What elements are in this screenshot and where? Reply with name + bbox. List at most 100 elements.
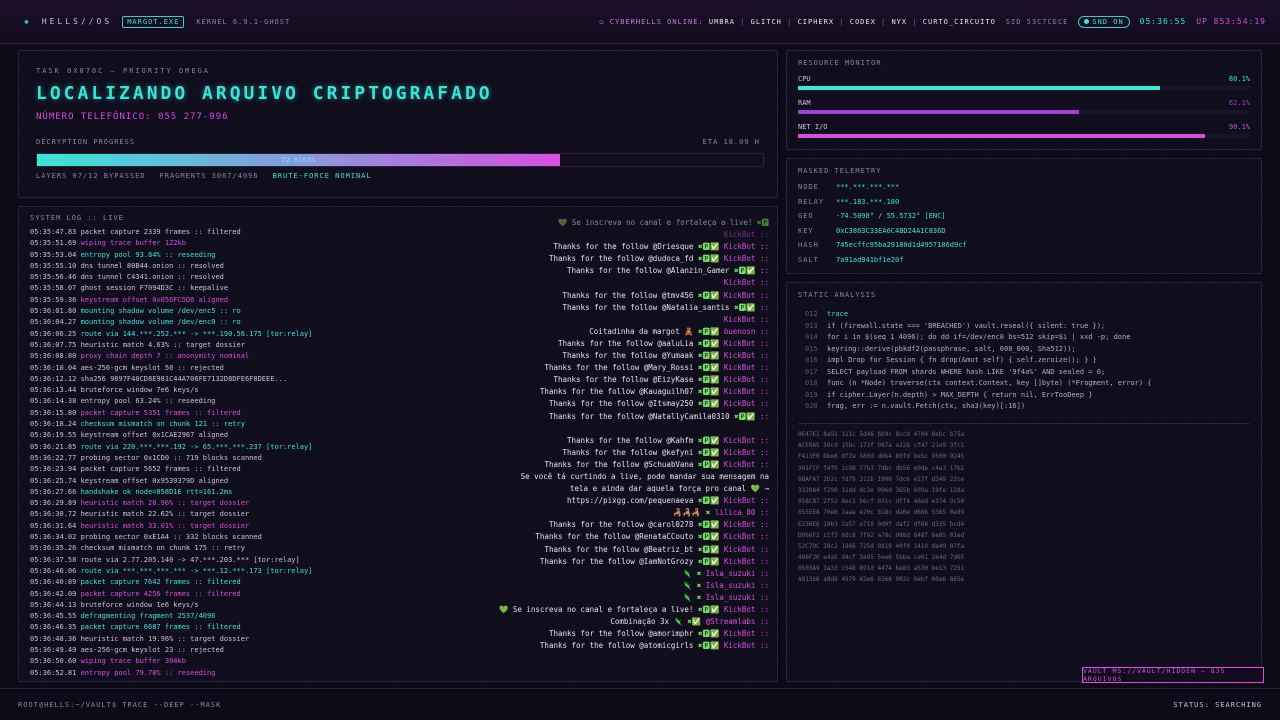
resource-monitor-header: RESOURCE MONITOR (798, 59, 882, 67)
chat-overlay[interactable]: 💚 Se inscreva no canal e fortaleça a liv… (439, 217, 769, 652)
chat-username[interactable]: Isla_suzuki :: (706, 569, 769, 578)
chat-username[interactable]: KickBot :: (724, 557, 769, 566)
chat-text: Se você tá curtindo a live, pode mandar … (520, 471, 769, 481)
telemetry-row: SALT 7a91ad941bf1e20f (798, 256, 903, 264)
log-row: 05:36:23.94 packet capture 5652 frames :… (30, 464, 430, 475)
chat-username[interactable]: :: (760, 266, 769, 275)
chat-username[interactable]: Isla_suzuki :: (706, 581, 769, 590)
chat-message: Thanks for the follow @aaluLia ✖🅿✅ KickB… (439, 338, 769, 350)
chat-username[interactable]: :: (760, 303, 769, 312)
hex-row: A81366 a8d6 4979 42e6 6368 902c 6ebf 09a… (798, 576, 965, 584)
online-user[interactable]: GLITCH (751, 18, 782, 26)
code-listing[interactable]: 012 trace 013 if (firewall.state === 'BREAC… (805, 309, 1152, 413)
log-message: defragmenting fragment 2537/4096 (80, 612, 216, 621)
chat-username[interactable]: KickBot :: (724, 230, 769, 239)
chat-username[interactable]: KickBot :: (724, 363, 769, 372)
chat-username[interactable]: KickBot :: (724, 375, 769, 384)
chat-username[interactable]: @Streamlabs :: (706, 617, 769, 626)
task-panel: TASK 0X070C — PRIORITY OMEGA LOCALIZANDO… (18, 50, 778, 198)
log-timestamp: 05:36:06.25 (30, 329, 77, 338)
log-row: 05:36:30.72 heuristic match 22.62% :: ta… (30, 509, 430, 520)
chat-username[interactable]: KickBot :: (724, 351, 769, 360)
online-user[interactable]: CIPHERX (798, 18, 835, 26)
hex-row: 3320A4 f290 11dd dc3e 096d 365b 609a 19f… (798, 486, 965, 494)
meter-value: 90.1% (1228, 123, 1250, 131)
code-text: trace (827, 310, 849, 318)
code-line: 014 for i in $(seq 1 4096); do dd if=/dev… (805, 332, 1152, 344)
chat-message: 🦎 ✖ Isla_suzuki :: (439, 568, 769, 580)
line-number: 017 (805, 367, 818, 376)
online-user[interactable]: UMBRA (709, 18, 735, 26)
badge-icons: ✖🅿✅ (697, 532, 720, 542)
log-row: 05:36:08.80 proxy chain depth 7 :: anony… (30, 351, 430, 362)
chat-username[interactable]: KickBot :: (724, 339, 769, 348)
static-analysis-header: STATIC ANALYSIS (798, 291, 877, 299)
chat-username[interactable]: KickBot :: (724, 448, 769, 457)
chat-message: Thanks for the follow @Natalia_santis ✖🅿… (439, 302, 770, 314)
log-row: 05:36:10.04 aes-256-gcm keyslot 50 :: re… (30, 363, 430, 374)
chat-message: Thanks for the follow @SchuabVana ✖🅿✅ Ki… (439, 459, 769, 471)
online-user[interactable]: CODEX (850, 18, 876, 26)
chat-username[interactable]: KickBot :: (724, 254, 769, 263)
log-message: aes-256-gcm keyslot 50 :: rejected (80, 363, 224, 372)
badge-icons: ✖ (696, 580, 702, 590)
chat-username[interactable]: KickBot :: (724, 641, 769, 650)
sound-toggle[interactable]: SND ON (1078, 15, 1130, 28)
log-row: 05:36:40.06 route via ***.***.***.*** ->… (30, 566, 430, 577)
name-separator: | (875, 17, 892, 26)
log-message: entropy pool 79.78% :: reseeding (80, 668, 216, 677)
online-user[interactable]: CURTO_CIRCUITO (923, 18, 996, 26)
log-message: handshake ok node=858D1E rtt=161.2ms (80, 487, 233, 496)
chat-username[interactable]: KickBot :: (724, 605, 769, 614)
chat-message: 🦎 ✖ Isla_suzuki :: (439, 592, 769, 604)
task-title: LOCALIZANDO ARQUIVO CRIPTOGRAFADO (36, 83, 493, 104)
chat-message: Thanks for the follow @Kauaguilh07 ✖🅿✅ K… (439, 386, 769, 398)
badge-icons: ✖🅿✅ (697, 351, 720, 361)
chat-username[interactable]: KickBot :: (724, 496, 769, 505)
chat-username[interactable]: KickBot :: (724, 436, 769, 445)
log-message: packet capture 6687 frames :: filtered (80, 623, 241, 632)
badge-icons: ✖ (696, 592, 702, 602)
log-timestamp: 05:36:48.36 (30, 634, 77, 643)
hex-row: E230E6 19b3 2a57 e719 0d0f daf2 df68 d33… (798, 520, 965, 528)
log-timestamp: 05:36:45.55 (30, 612, 77, 621)
chat-username[interactable]: Isla_suzuki :: (706, 593, 769, 602)
chat-username[interactable]: KickBot :: (724, 387, 769, 396)
log-timestamp: 05:36:08.80 (30, 352, 77, 361)
task-subtitle: TASK 0X070C — PRIORITY OMEGA (36, 67, 211, 75)
vault-badge[interactable]: VAULT MS://VAULT/HIDDEN — 835 ARQUIVOS (1082, 667, 1264, 683)
online-user[interactable]: NYX (891, 18, 907, 26)
line-number: 014 (805, 333, 818, 341)
badge-icons: ✖🅿✅ (697, 387, 720, 397)
os-brand: HELLS//OS (41, 17, 113, 26)
chat-username[interactable]: KickBot :: (724, 315, 769, 324)
chat-username[interactable]: KickBot :: (724, 242, 769, 251)
host-badge[interactable]: MARGOT.EXE (122, 15, 185, 28)
chat-message: Thanks for the follow @Mary_Rossi ✖🅿✅ Ki… (439, 362, 769, 374)
chat-message: Thanks for the follow @Alanzin_Gamer ✖🅿✅… (439, 265, 769, 277)
chat-message: Thanks for the follow @RenataCCouto ✖🅿✅ … (439, 531, 769, 543)
chat-username[interactable]: KickBot :: (724, 460, 769, 469)
chat-username[interactable]: KickBot :: (724, 545, 769, 554)
chat-username[interactable]: KickBot :: (724, 520, 769, 529)
chat-username[interactable]: lilica_80 :: (715, 508, 769, 517)
chat-username[interactable]: buenosn :: (724, 327, 769, 336)
chat-username[interactable]: KickBot :: (724, 399, 769, 408)
chat-username[interactable]: KickBot :: (724, 291, 769, 300)
chat-message: Thanks for the follow @EizyKase ✖🅿✅ Kick… (439, 374, 769, 386)
hex-row: 0503A9 1a33 c548 891d 4474 be83 a530 be1… (798, 565, 965, 573)
log-message: mounting shadow volume /dev/enc0 :: ro (80, 318, 241, 327)
log-message: keystream offset 0x1CAE2967 aligned (80, 431, 229, 440)
chat-username[interactable]: KickBot :: (724, 278, 769, 287)
chat-message: tela e ainda dar aquela força pro canal … (439, 483, 769, 495)
log-list[interactable]: 05:35:47.83 packet capture 2339 frames :… (30, 227, 430, 679)
chat-username[interactable]: :: (760, 412, 769, 421)
chat-username[interactable]: KickBot :: (724, 532, 769, 541)
log-timestamp: 05:36:15.80 (30, 408, 77, 417)
kernel-version: KERNEL 6.9.1-GHOST (196, 17, 291, 26)
log-message: heuristic match 19.96% :: target dossier (80, 634, 250, 643)
command-prompt[interactable]: ROOT@HELLS:~/VAULT$ TRACE --DEEP --MASK (18, 701, 221, 709)
log-message: dns tunnel C4341.onion :: resolved (80, 273, 224, 282)
telemetry-row: GEO -74.5098° / 55.5732° [ENC] (798, 212, 946, 220)
chat-username[interactable]: KickBot :: (724, 629, 769, 638)
